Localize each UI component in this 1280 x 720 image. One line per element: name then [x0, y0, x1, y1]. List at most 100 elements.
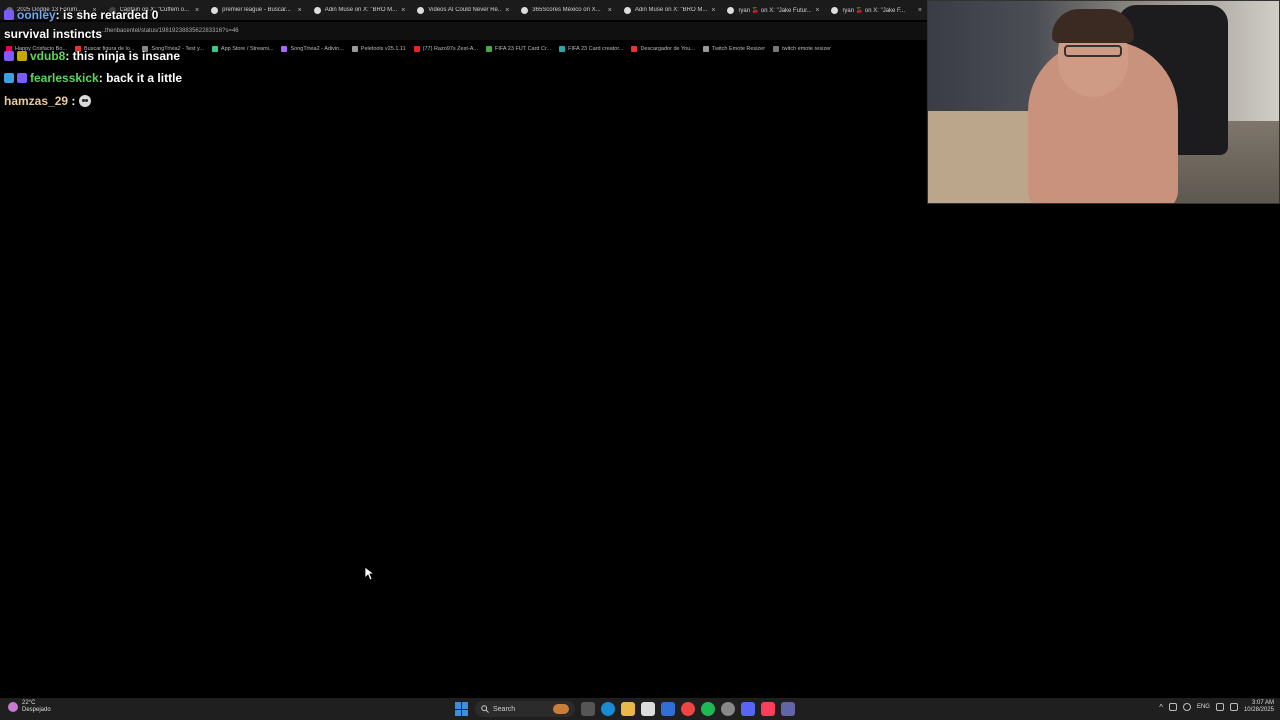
search-highlight-icon [553, 704, 569, 714]
gem-badge-icon [4, 73, 14, 83]
weather-icon [8, 702, 18, 712]
teams-icon[interactable] [781, 702, 795, 716]
spotify-icon[interactable] [701, 702, 715, 716]
windows-start-icon[interactable] [455, 702, 469, 716]
tab-favicon-icon [211, 6, 219, 14]
mouse-cursor-icon [365, 567, 375, 581]
tab-title: premier league - Buscar... [222, 7, 291, 13]
tab-title: ryan 🍒 on X: "Jake F... [842, 7, 906, 14]
chat-text: : this ninja is insane [65, 49, 181, 63]
bookmark-favicon-icon [559, 46, 566, 52]
webcam-feed [927, 0, 1280, 204]
close-tab-icon[interactable]: × [191, 7, 199, 14]
tab-title: 365Scores México on X... [532, 7, 601, 13]
close-tab-icon[interactable]: × [501, 7, 509, 14]
streamer-hair [1052, 9, 1134, 43]
chat-username: fearlesskick [30, 71, 99, 85]
close-tab-icon[interactable]: × [914, 7, 922, 14]
chat-text: : is she retarded 0 [55, 8, 159, 22]
bookmark-item[interactable]: FIFA 23 FUT Card Cr... [485, 46, 552, 52]
mail-icon[interactable] [661, 702, 675, 716]
close-tab-icon[interactable]: × [811, 7, 819, 14]
chat-message: hamzas_29 : [4, 94, 92, 108]
bookmark-favicon-icon [413, 46, 420, 52]
bookmark-label: SongTrivia2 - Adivin... [290, 46, 344, 52]
chat-message: vdub8: this ninja is insane [4, 49, 180, 63]
clock-date: 10/28/2025 [1243, 707, 1274, 713]
tab-favicon-icon [521, 6, 529, 14]
obs-icon[interactable] [721, 702, 735, 716]
bookmark-item[interactable]: Descargador de You... [631, 46, 695, 52]
chat-username: vdub8 [30, 49, 66, 63]
store-icon[interactable] [641, 702, 655, 716]
chevron-up-icon[interactable]: ^ [1159, 703, 1163, 712]
browser-tab[interactable]: Adin Muse on X: "BRO M... × [308, 0, 412, 20]
tab-title: Adin Muse on X: "BRO M... [634, 7, 708, 13]
itunes-icon[interactable] [761, 702, 775, 716]
browser-tab[interactable]: 365Scores México on X... × [515, 0, 618, 20]
bookmark-item[interactable]: Peletools v25.1.11 [351, 46, 406, 52]
bookmark-label: FIFA 23 FUT Card Cr... [494, 46, 552, 52]
tab-favicon-icon [727, 6, 735, 14]
bookmark-label: (77) Razo97s Zest-A... [422, 46, 478, 52]
skull-emoji-icon [79, 95, 92, 107]
browser-tab[interactable]: ryan 🍒 on X: "Jake F... × [825, 0, 928, 20]
bookmark-item[interactable]: (77) Razo97s Zest-A... [413, 46, 478, 52]
language-indicator[interactable]: ENG [1197, 704, 1210, 710]
file-explorer-icon[interactable] [621, 702, 635, 716]
bookmark-item[interactable]: SongTrivia2 - Adivin... [281, 46, 344, 52]
chat-message: fearlesskick: back it a little [4, 71, 182, 85]
chat-text: : back it a little [98, 71, 183, 85]
clock-time: 3:07 AM [1251, 700, 1274, 706]
tab-favicon-icon [623, 6, 631, 14]
crown-badge-icon [17, 51, 27, 61]
network-icon[interactable] [1215, 703, 1224, 711]
volume-icon[interactable] [1229, 703, 1238, 711]
browser-tab[interactable]: Videos AI Could Never Re... × [411, 0, 515, 20]
tab-title: Videos AI Could Never Re... [428, 7, 502, 13]
bookmark-label: twitch emote resizer [782, 46, 831, 52]
tab-favicon-icon [313, 6, 321, 14]
sub-badge-icon [4, 10, 14, 20]
taskbar-search[interactable]: Search [475, 701, 575, 717]
bookmark-item[interactable]: Twitch Emote Resizer [702, 46, 766, 52]
weather-temp: 22°C [22, 700, 36, 706]
close-tab-icon[interactable]: × [604, 7, 612, 14]
weather-widget[interactable]: 22°C Despejado [8, 700, 51, 714]
tab-title: Adin Muse on X: "BRO M... [324, 7, 398, 13]
bookmark-item[interactable]: App Store / Streami... [211, 46, 274, 52]
close-tab-icon[interactable]: × [294, 7, 302, 14]
tab-title: ryan 🍒 on X: "Jake Futur... [738, 7, 812, 14]
mic-icon[interactable] [1182, 703, 1191, 711]
address-bar[interactable]: ...thenbacentel/status/19819238835622833… [0, 22, 928, 40]
close-tab-icon[interactable]: × [707, 7, 715, 14]
windows-taskbar: 22°C Despejado Search ^ ENG 3:07 AM 10/2… [0, 698, 1280, 720]
close-tab-icon[interactable]: × [397, 7, 405, 14]
chat-message: oonley: is she retarded 0 [4, 8, 158, 22]
discord-icon[interactable] [741, 702, 755, 716]
sub-badge-icon [17, 73, 27, 83]
bookmark-favicon-icon [351, 46, 358, 52]
bookmark-favicon-icon [631, 46, 638, 52]
bookmark-favicon-icon [773, 46, 780, 52]
clock[interactable]: 3:07 AM 10/28/2025 [1244, 700, 1274, 714]
task-view-icon[interactable] [581, 702, 595, 716]
edge-icon[interactable] [601, 702, 615, 716]
tab-favicon-icon [831, 6, 839, 14]
browser-tab[interactable]: premier league - Buscar... × [205, 0, 308, 20]
bookmark-label: Twitch Emote Resizer [711, 46, 766, 52]
sync-icon[interactable] [1168, 703, 1177, 711]
browser-tab[interactable]: Adin Muse on X: "BRO M... × [618, 0, 722, 20]
bookmark-label: App Store / Streami... [220, 46, 274, 52]
bookmark-label: Peletools v25.1.11 [360, 46, 406, 52]
browser-tab[interactable]: ryan 🍒 on X: "Jake Futur... × [721, 0, 825, 20]
bookmark-favicon-icon [281, 46, 288, 52]
sub-badge-icon [4, 51, 14, 61]
search-icon [481, 705, 489, 713]
bookmark-item[interactable]: twitch emote resizer [773, 46, 831, 52]
search-label: Search [493, 705, 516, 713]
bookmark-label: FIFA 23 Card creator... [568, 46, 624, 52]
bookmark-item[interactable]: FIFA 23 Card creator... [559, 46, 623, 52]
bookmark-favicon-icon [702, 46, 709, 52]
chrome-icon[interactable] [681, 702, 695, 716]
